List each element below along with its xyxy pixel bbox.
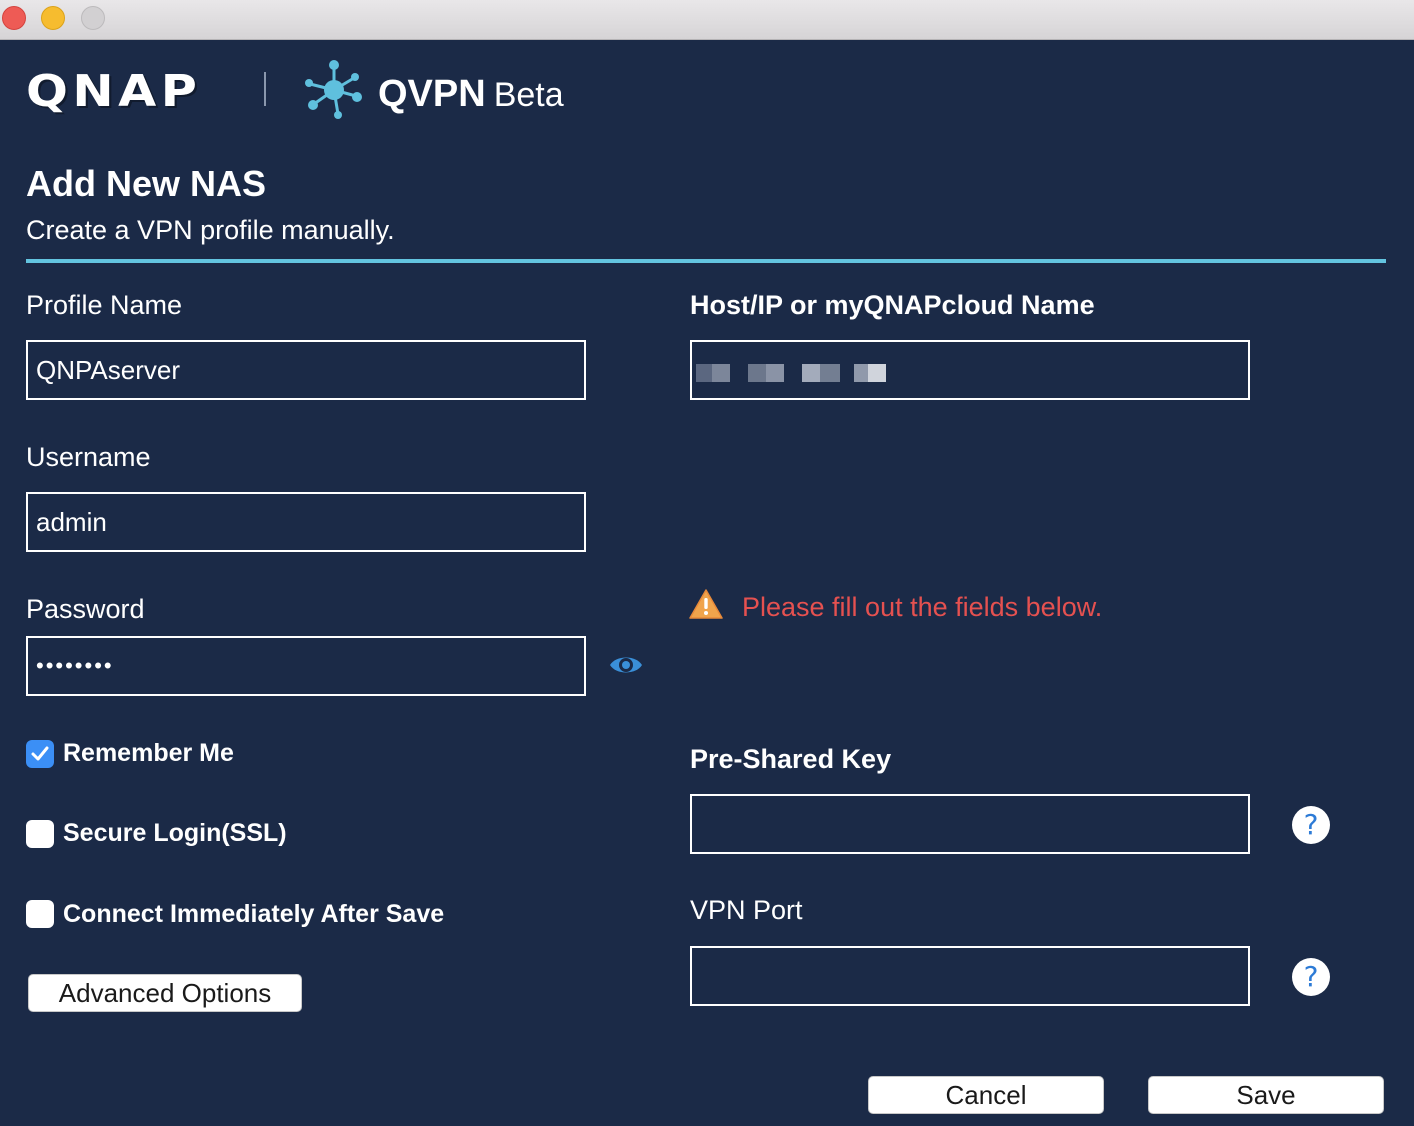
vpn-port-help-icon[interactable]: ? [1292,958,1330,996]
cancel-button[interactable]: Cancel [868,1076,1104,1114]
username-input[interactable] [26,492,586,552]
window-close-button[interactable] [2,6,26,30]
profile-name-input[interactable] [26,340,586,400]
page-title: Add New NAS [26,163,267,204]
window-zoom-button[interactable] [81,6,105,30]
connect-after-save-checkbox[interactable] [26,900,54,928]
window-minimize-button[interactable] [41,6,65,30]
header-divider [26,259,1386,263]
remember-me-checkbox[interactable] [26,740,54,768]
page-subtitle: Create a VPN profile manually. [26,215,395,245]
pre-shared-key-label: Pre-Shared Key [690,744,892,774]
show-password-eye-icon[interactable] [608,650,644,680]
vpn-port-label: VPN Port [690,895,803,925]
app-name-text: QVPN [378,73,486,115]
connect-after-save-label[interactable]: Connect Immediately After Save [63,898,444,930]
secure-login-label[interactable]: Secure Login(SSL) [63,817,287,849]
password-input[interactable] [26,636,586,696]
host-label: Host/IP or myQNAPcloud Name [690,290,1095,320]
checkmark-icon [31,746,49,761]
validation-warning-text: Please fill out the fields below. [742,592,1103,622]
secure-login-checkbox[interactable] [26,820,54,848]
password-label: Password [26,594,145,624]
window-titlebar [0,0,1414,40]
qvpn-network-icon [305,60,362,119]
save-button[interactable]: Save [1148,1076,1384,1114]
brand-divider [264,72,266,106]
profile-name-label: Profile Name [26,290,183,320]
app-beta-suffix: Beta [493,76,564,114]
vpn-port-input[interactable] [690,946,1250,1006]
host-blurred-value [696,364,890,382]
remember-me-label[interactable]: Remember Me [63,737,234,769]
advanced-options-button[interactable]: Advanced Options [28,974,302,1012]
warning-icon [689,589,723,619]
pre-shared-key-help-icon[interactable]: ? [1292,806,1330,844]
app-name: QVPN Beta [378,72,564,117]
username-label: Username [26,442,151,472]
pre-shared-key-input[interactable] [690,794,1250,854]
qnap-logo: QNAP [26,66,202,117]
